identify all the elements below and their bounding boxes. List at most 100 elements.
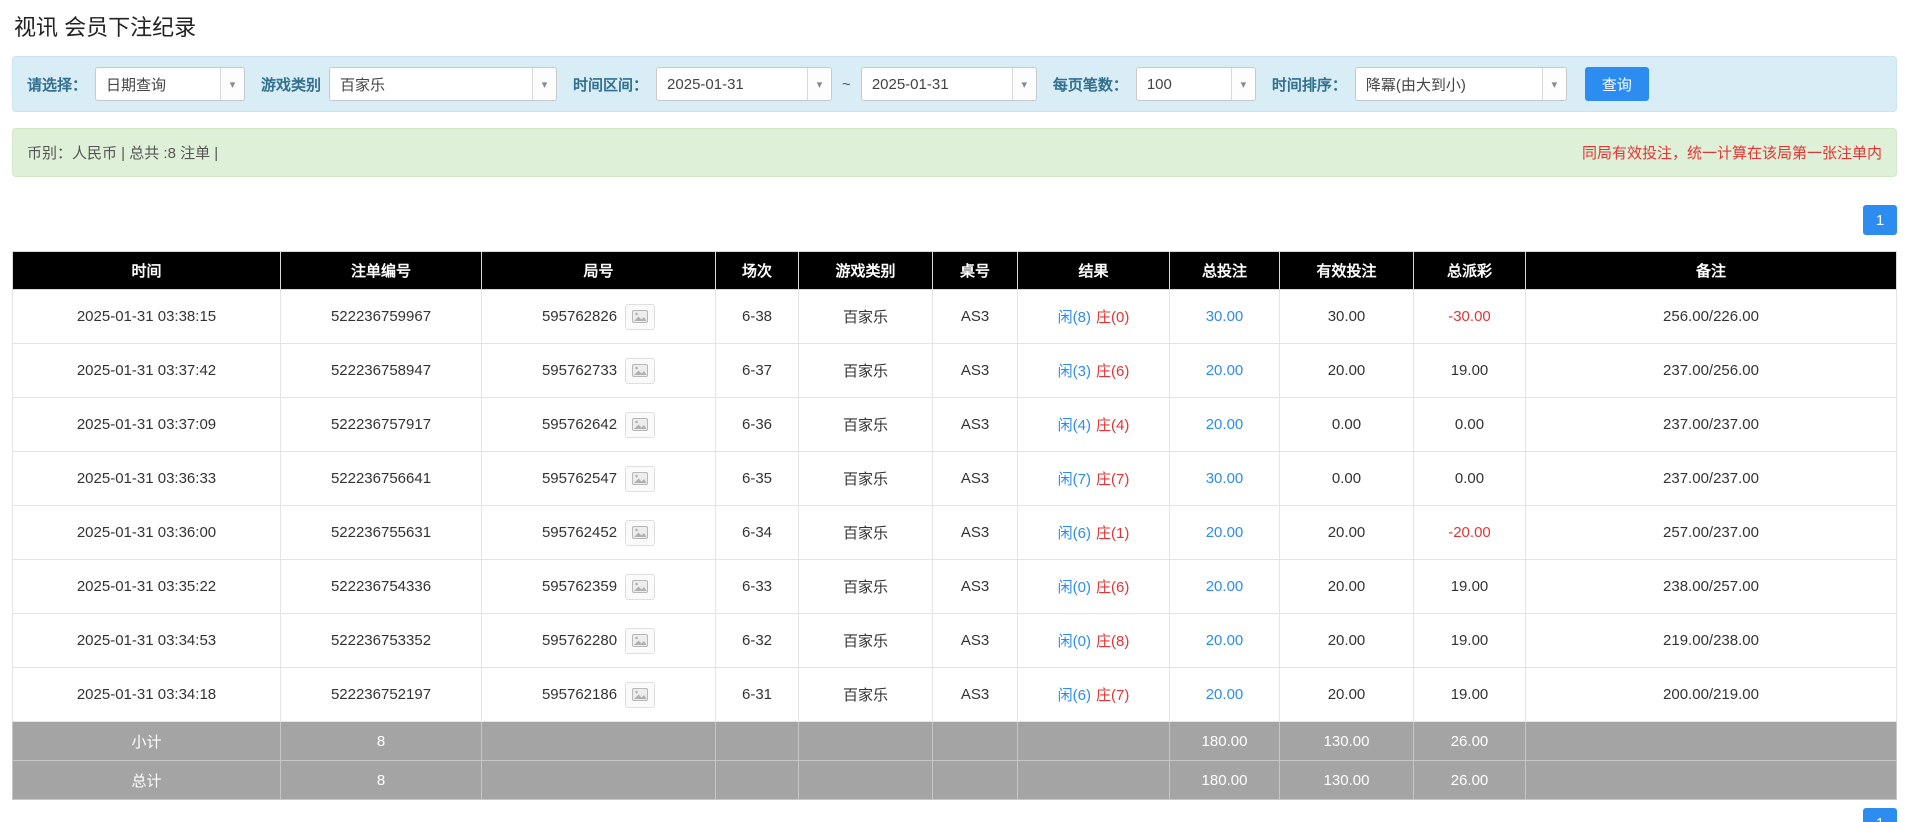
total-row: 总计 8 180.00 130.00 26.00 — [12, 760, 1897, 800]
cell-table-no: AS3 — [932, 505, 1018, 560]
date-from-select[interactable]: 2025-01-31 ▾ — [656, 67, 833, 101]
empty-cell — [1017, 721, 1170, 761]
cell-time: 2025-01-31 03:38:15 — [12, 289, 281, 344]
round-id: 595762642 — [541, 416, 618, 433]
cell-round: 595762359 — [481, 559, 716, 614]
result-player: 闲(0) — [1057, 579, 1091, 596]
column-header-valid-bet: 有效投注 — [1279, 251, 1414, 290]
cell-result: 闲(8) 庄(0) — [1017, 289, 1170, 344]
cell-payout: 19.00 — [1413, 667, 1526, 722]
cell-remark: 237.00/237.00 — [1525, 397, 1897, 452]
cell-payout: 19.00 — [1413, 343, 1526, 398]
picture-icon — [632, 580, 649, 593]
round-image-button[interactable] — [625, 519, 656, 546]
round-image-button[interactable] — [625, 627, 656, 654]
empty-cell — [1017, 760, 1170, 800]
cell-payout: 0.00 — [1413, 397, 1526, 452]
cell-game-type: 百家乐 — [798, 559, 933, 614]
total-bet-link[interactable]: 20.00 — [1206, 686, 1244, 703]
cell-remark: 200.00/219.00 — [1525, 667, 1897, 722]
pagination-page-button[interactable]: 1 — [1863, 808, 1897, 822]
subtotal-row: 小计 8 180.00 130.00 26.00 — [12, 721, 1897, 761]
result-banker: 庄(1) — [1096, 525, 1130, 542]
result-player: 闲(6) — [1057, 525, 1091, 542]
cell-total-bet: 20.00 — [1169, 505, 1280, 560]
round-id: 595762186 — [541, 686, 618, 703]
total-bet-link[interactable]: 20.00 — [1206, 524, 1244, 541]
total-bet-link[interactable]: 20.00 — [1206, 632, 1244, 649]
chevron-down-icon[interactable]: ▾ — [1541, 68, 1566, 100]
chevron-down-icon[interactable]: ▾ — [807, 68, 832, 100]
date-from-value: 2025-01-31 — [667, 75, 744, 93]
date-to-select[interactable]: 2025-01-31 ▾ — [860, 67, 1037, 101]
chevron-down-icon[interactable]: ▾ — [220, 68, 245, 100]
cell-time: 2025-01-31 03:37:09 — [12, 397, 281, 452]
sort-order-select[interactable]: 降冪(由大到小) ▾ — [1354, 67, 1567, 101]
cell-table-no: AS3 — [932, 559, 1018, 614]
cell-session: 6-36 — [715, 397, 799, 452]
chevron-down-icon[interactable]: ▾ — [1230, 68, 1255, 100]
picture-icon — [632, 472, 649, 485]
column-header-round: 局号 — [481, 251, 716, 290]
page-size-select[interactable]: 100 ▾ — [1135, 67, 1256, 101]
cell-round: 595762280 — [481, 613, 716, 668]
result-banker: 庄(4) — [1096, 417, 1130, 434]
subtotal-count: 8 — [280, 721, 482, 761]
subtotal-label: 小计 — [12, 721, 281, 761]
cell-payout: 19.00 — [1413, 613, 1526, 668]
cell-result: 闲(3) 庄(6) — [1017, 343, 1170, 398]
empty-cell — [715, 760, 799, 800]
round-id: 595762280 — [541, 632, 618, 649]
cell-remark: 257.00/237.00 — [1525, 505, 1897, 560]
cell-valid-bet: 0.00 — [1279, 451, 1414, 506]
total-payout: 26.00 — [1413, 760, 1526, 800]
time-range-label: 时间区间： — [573, 76, 649, 94]
result-player: 闲(4) — [1057, 417, 1091, 434]
total-bet-link[interactable]: 20.00 — [1206, 578, 1244, 595]
page-size-value: 100 — [1146, 75, 1172, 93]
cell-table-no: AS3 — [932, 397, 1018, 452]
search-button[interactable]: 查询 — [1584, 67, 1649, 101]
cell-remark: 238.00/257.00 — [1525, 559, 1897, 614]
total-bet-link[interactable]: 20.00 — [1206, 416, 1244, 433]
cell-game-type: 百家乐 — [798, 667, 933, 722]
chevron-down-icon[interactable]: ▾ — [1011, 68, 1036, 100]
empty-cell — [481, 721, 716, 761]
round-image-button[interactable] — [625, 681, 656, 708]
total-bet-link[interactable]: 20.00 — [1206, 362, 1244, 379]
empty-cell — [932, 721, 1018, 761]
chevron-down-icon[interactable]: ▾ — [532, 68, 557, 100]
round-image-button[interactable] — [625, 357, 656, 384]
cell-round: 595762547 — [481, 451, 716, 506]
picture-icon — [632, 418, 649, 431]
table-row: 2025-01-31 03:36:33 522236756641 5957625… — [12, 451, 1897, 506]
empty-cell — [715, 721, 799, 761]
date-range-separator: ~ — [842, 75, 851, 93]
round-image-button[interactable] — [625, 411, 656, 438]
result-banker: 庄(0) — [1096, 309, 1130, 326]
table-row: 2025-01-31 03:37:42 522236758947 5957627… — [12, 343, 1897, 398]
cell-session: 6-38 — [715, 289, 799, 344]
column-header-remark: 备注 — [1525, 251, 1897, 290]
query-type-select[interactable]: 日期查询 ▾ — [95, 67, 246, 101]
cell-total-bet: 20.00 — [1169, 667, 1280, 722]
cell-payout: -30.00 — [1413, 289, 1526, 344]
picture-icon — [632, 688, 649, 701]
cell-time: 2025-01-31 03:36:33 — [12, 451, 281, 506]
cell-bet-id: 522236756641 — [280, 451, 482, 506]
cell-remark: 237.00/237.00 — [1525, 451, 1897, 506]
round-image-button[interactable] — [625, 303, 656, 330]
total-bet-link[interactable]: 30.00 — [1206, 470, 1244, 487]
empty-cell — [798, 760, 933, 800]
total-bet-link[interactable]: 30.00 — [1206, 308, 1244, 325]
column-header-total-bet: 总投注 — [1169, 251, 1280, 290]
pagination-page-button[interactable]: 1 — [1863, 205, 1897, 235]
game-type-select[interactable]: 百家乐 ▾ — [329, 67, 558, 101]
cell-remark: 256.00/226.00 — [1525, 289, 1897, 344]
result-banker: 庄(6) — [1096, 363, 1130, 380]
result-player: 闲(8) — [1057, 309, 1091, 326]
cell-payout: 19.00 — [1413, 559, 1526, 614]
round-image-button[interactable] — [625, 573, 656, 600]
summary-bar: 币别：人民币 | 总共 :8 注单 | 同局有效投注，统一计算在该局第一张注单内 — [12, 128, 1897, 177]
round-image-button[interactable] — [625, 465, 656, 492]
